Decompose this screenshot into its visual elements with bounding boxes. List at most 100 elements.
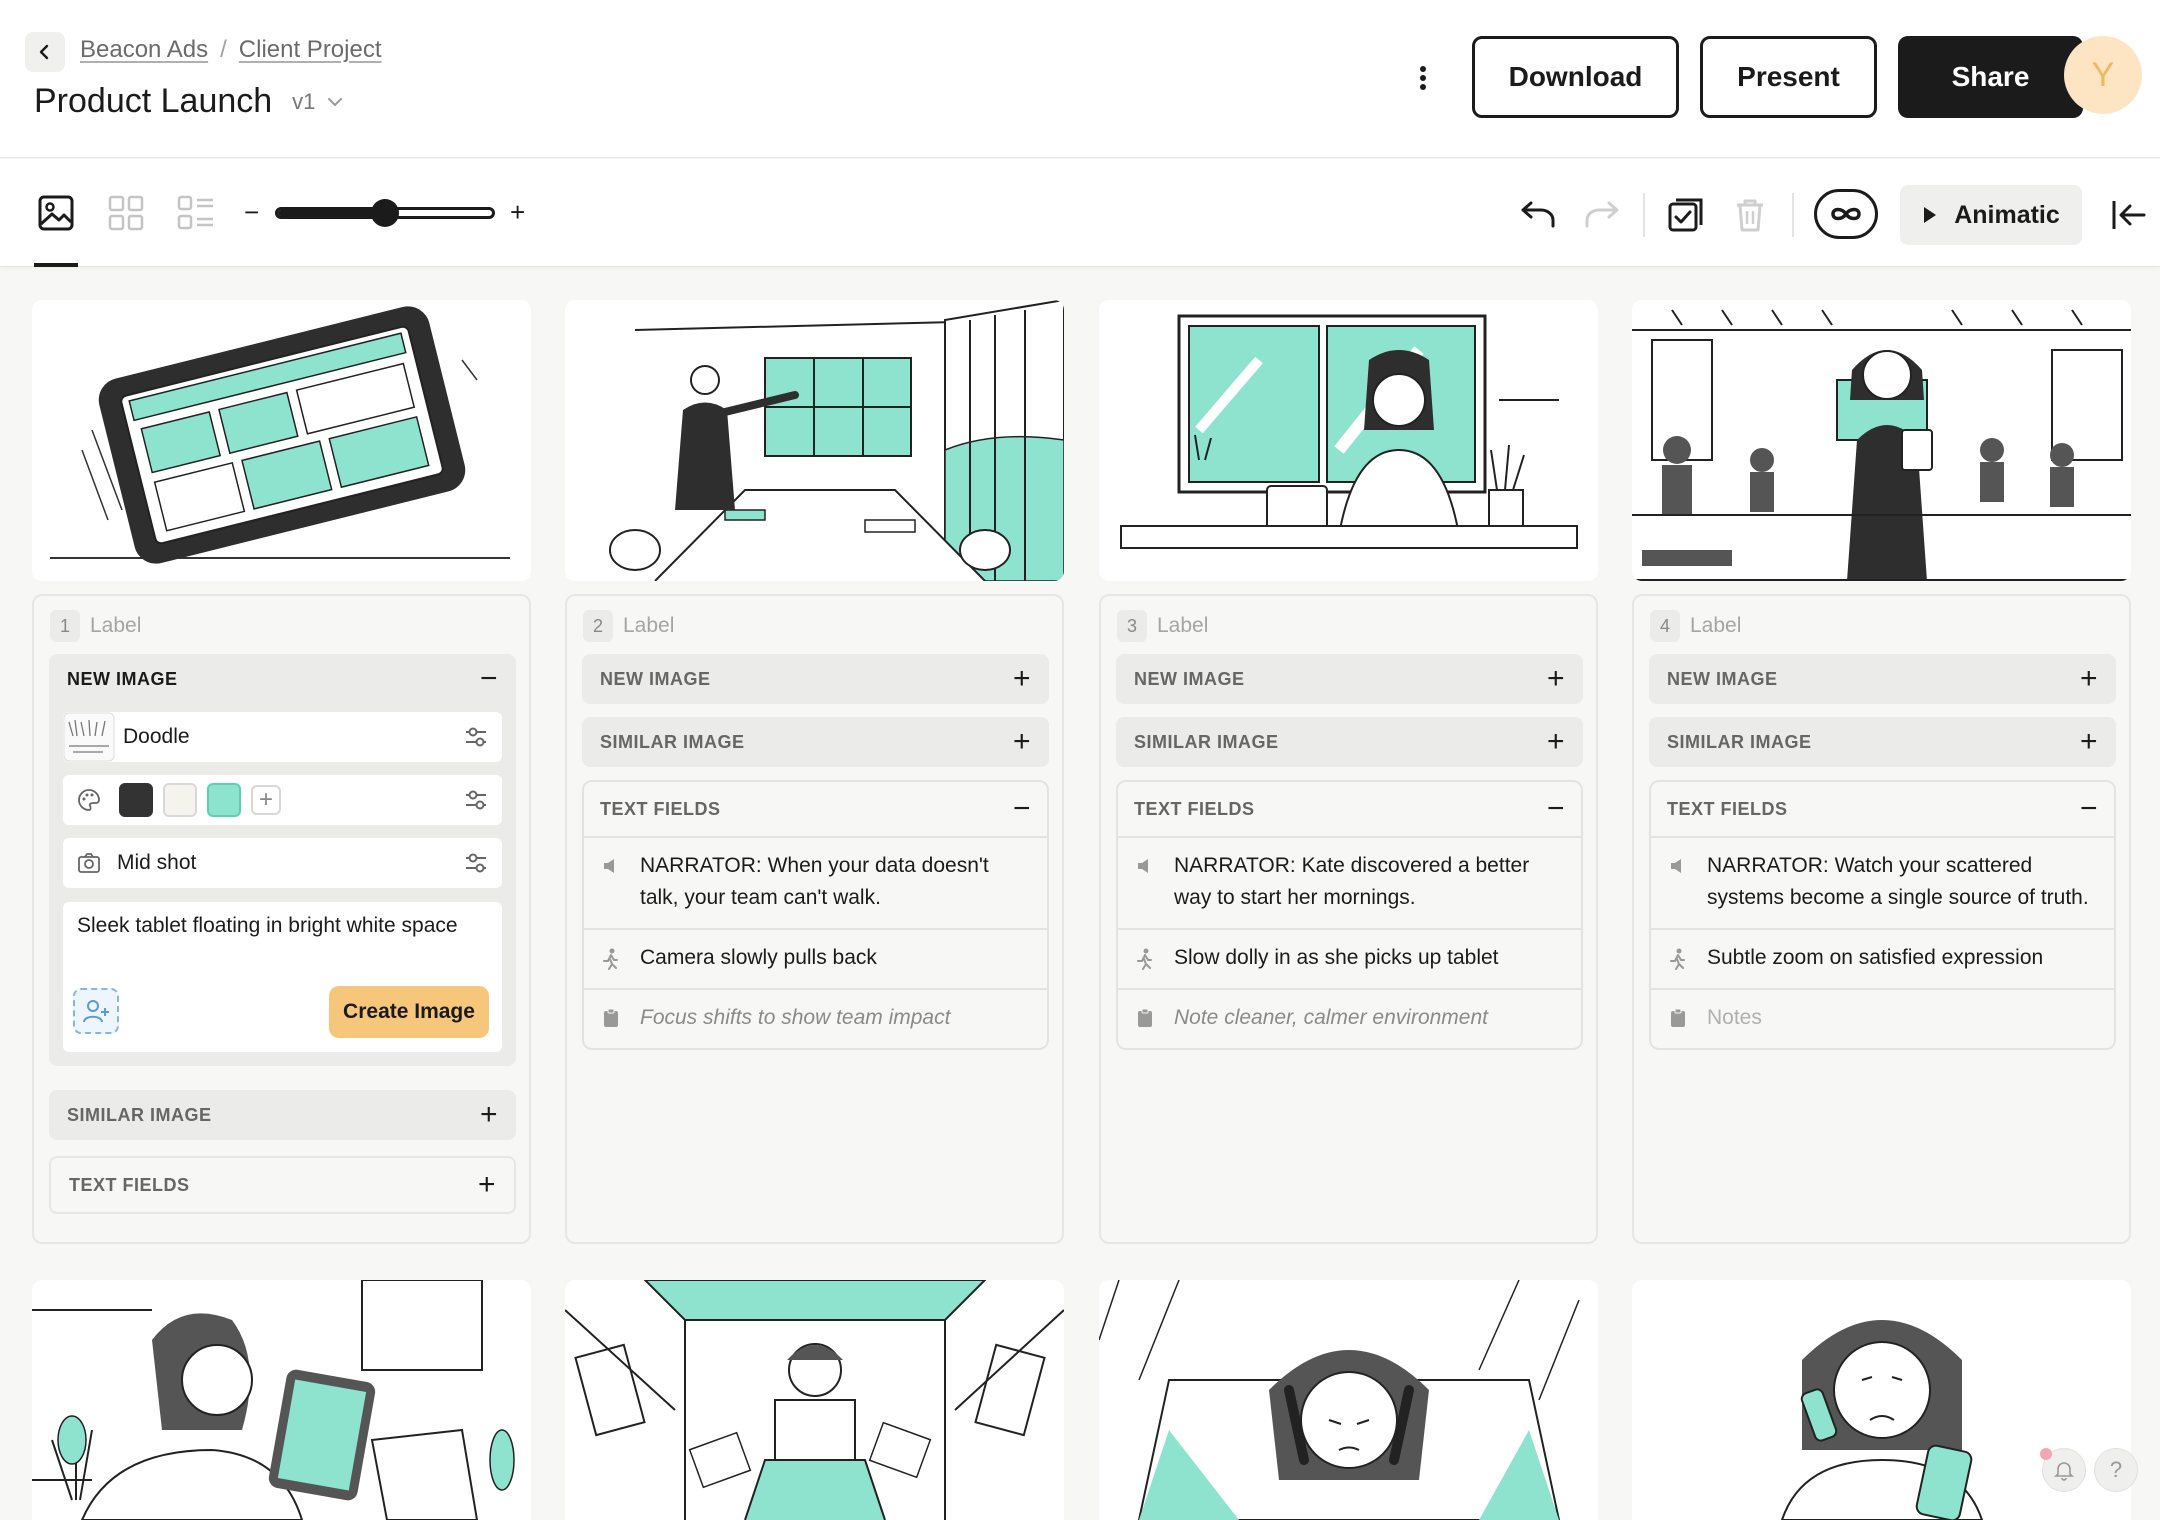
animatic-button[interactable]: Animatic: [1900, 185, 2082, 245]
frame-image-2[interactable]: [565, 300, 1064, 581]
expand-icon[interactable]: +: [2080, 662, 2098, 696]
avatar[interactable]: Y: [2064, 36, 2142, 114]
frame-label[interactable]: Label: [1157, 614, 1208, 638]
view-grid-button[interactable]: [104, 191, 148, 235]
new-image-header[interactable]: NEW IMAGE +: [1649, 654, 2116, 704]
narrator-text[interactable]: NARRATOR: Watch your scattered systems b…: [1707, 850, 2098, 914]
narrator-field[interactable]: NARRATOR: Kate discovered a better way t…: [1118, 838, 1581, 930]
text-fields-header[interactable]: TEXT FIELDS +: [49, 1156, 516, 1214]
camera-direction-field[interactable]: Camera slowly pulls back: [584, 930, 1047, 990]
frame-label[interactable]: Label: [90, 614, 141, 638]
notes-placeholder[interactable]: Notes: [1707, 1002, 1762, 1034]
back-button[interactable]: [25, 32, 65, 72]
breadcrumb-beacon-ads[interactable]: Beacon Ads: [80, 36, 208, 64]
notes-field[interactable]: Notes: [1651, 990, 2114, 1048]
shot-type-selector[interactable]: Mid shot: [63, 838, 502, 888]
version-selector[interactable]: v1: [292, 89, 343, 115]
camera-direction-field[interactable]: Subtle zoom on satisfied expression: [1651, 930, 2114, 990]
palette-icon: [78, 789, 100, 811]
download-button[interactable]: Download: [1472, 36, 1679, 118]
zoom-slider[interactable]: [275, 199, 495, 227]
similar-image-header[interactable]: SIMILAR IMAGE +: [1649, 717, 2116, 767]
sliders-icon[interactable]: [464, 726, 488, 748]
frame-image-3[interactable]: [1099, 300, 1598, 581]
text-fields-header[interactable]: TEXT FIELDS −: [584, 782, 1047, 838]
zoom-in-button[interactable]: +: [510, 197, 525, 228]
create-image-button[interactable]: Create Image: [329, 986, 489, 1038]
notes-field[interactable]: Focus shifts to show team impact: [584, 990, 1047, 1048]
color-swatch-dark[interactable]: [119, 783, 153, 817]
new-image-header[interactable]: NEW IMAGE +: [1116, 654, 1583, 704]
similar-image-title: SIMILAR IMAGE: [67, 1104, 212, 1125]
notes-text[interactable]: Note cleaner, calmer environment: [1174, 1002, 1488, 1034]
text-fields-header[interactable]: TEXT FIELDS −: [1118, 782, 1581, 838]
zoom-out-button[interactable]: −: [244, 197, 259, 228]
similar-image-header[interactable]: SIMILAR IMAGE +: [582, 717, 1049, 767]
narrator-field[interactable]: NARRATOR: Watch your scattered systems b…: [1651, 838, 2114, 930]
frame-label-row[interactable]: 2 Label: [583, 610, 674, 642]
add-color-button[interactable]: +: [251, 785, 281, 815]
frame-label[interactable]: Label: [1690, 614, 1741, 638]
camera-direction-text[interactable]: Camera slowly pulls back: [640, 942, 877, 974]
expand-icon[interactable]: +: [478, 1168, 496, 1202]
narrator-text[interactable]: NARRATOR: When your data doesn't talk, y…: [640, 850, 1031, 914]
frame-image-7[interactable]: [1099, 1280, 1598, 1520]
frame-label[interactable]: Label: [623, 614, 674, 638]
breadcrumb-client-project[interactable]: Client Project: [239, 36, 382, 64]
expand-icon[interactable]: +: [1013, 725, 1031, 759]
style-selector[interactable]: Doodle: [63, 712, 502, 762]
camera-direction-text[interactable]: Subtle zoom on satisfied expression: [1707, 942, 2043, 974]
similar-image-header[interactable]: SIMILAR IMAGE +: [1116, 717, 1583, 767]
collapse-icon[interactable]: −: [1547, 792, 1565, 826]
bell-icon: [2054, 1462, 2074, 1481]
redo-button[interactable]: [1582, 195, 1622, 235]
new-image-title: NEW IMAGE: [600, 668, 711, 689]
narrator-text[interactable]: NARRATOR: Kate discovered a better way t…: [1174, 850, 1565, 914]
sliders-icon[interactable]: [464, 852, 488, 874]
notes-field[interactable]: Note cleaner, calmer environment: [1118, 990, 1581, 1048]
narrator-field[interactable]: NARRATOR: When your data doesn't talk, y…: [584, 838, 1047, 930]
frame-image-4[interactable]: [1632, 300, 2131, 581]
delete-button[interactable]: [1730, 195, 1770, 235]
expand-icon[interactable]: +: [2080, 725, 2098, 759]
frame-image-6[interactable]: [565, 1280, 1064, 1520]
loop-toggle[interactable]: [1814, 189, 1878, 239]
view-list-button[interactable]: [174, 191, 218, 235]
frame-image-5[interactable]: [32, 1280, 531, 1520]
prompt-input[interactable]: Sleek tablet floating in bright white sp…: [63, 902, 502, 1052]
present-button[interactable]: Present: [1700, 36, 1877, 118]
text-fields-header[interactable]: TEXT FIELDS −: [1651, 782, 2114, 838]
similar-image-header[interactable]: SIMILAR IMAGE +: [49, 1090, 516, 1140]
zoom-slider-handle[interactable]: [371, 199, 399, 227]
new-image-header[interactable]: NEW IMAGE +: [582, 654, 1049, 704]
frame-label-row[interactable]: 4 Label: [1650, 610, 1741, 642]
expand-icon[interactable]: +: [1547, 662, 1565, 696]
add-character-button[interactable]: [73, 988, 119, 1034]
collapse-icon[interactable]: −: [1013, 792, 1031, 826]
notes-text[interactable]: Focus shifts to show team impact: [640, 1002, 950, 1034]
camera-direction-field[interactable]: Slow dolly in as she picks up tablet: [1118, 930, 1581, 990]
collapse-panel-button[interactable]: [2108, 195, 2148, 235]
collapse-icon[interactable]: −: [2080, 792, 2098, 826]
camera-direction-text[interactable]: Slow dolly in as she picks up tablet: [1174, 942, 1499, 974]
undo-button[interactable]: [1518, 195, 1558, 235]
color-swatch-teal[interactable]: [207, 783, 241, 817]
expand-icon[interactable]: +: [1013, 662, 1031, 696]
color-swatch-cream[interactable]: [163, 783, 197, 817]
select-all-button[interactable]: [1666, 195, 1706, 235]
share-button[interactable]: Share: [1898, 36, 2083, 118]
frame-label-row[interactable]: 1 Label: [50, 610, 141, 642]
new-image-title: NEW IMAGE: [67, 668, 178, 689]
collapse-icon[interactable]: −: [480, 662, 498, 696]
collapse-left-icon: [2112, 201, 2146, 229]
sliders-icon[interactable]: [464, 789, 488, 811]
expand-icon[interactable]: +: [1547, 725, 1565, 759]
more-menu-button[interactable]: [1408, 60, 1438, 96]
expand-icon[interactable]: +: [480, 1098, 498, 1132]
prompt-text[interactable]: Sleek tablet floating in bright white sp…: [77, 914, 458, 938]
help-button[interactable]: ?: [2094, 1448, 2138, 1492]
frame-label-row[interactable]: 3 Label: [1117, 610, 1208, 642]
view-image-button[interactable]: [34, 191, 78, 235]
frame-image-1[interactable]: [32, 300, 531, 581]
new-image-header[interactable]: NEW IMAGE −: [49, 654, 516, 704]
